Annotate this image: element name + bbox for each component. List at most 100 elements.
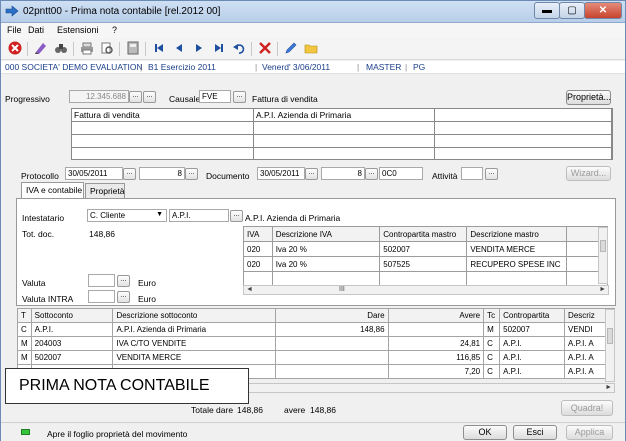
valuta-field[interactable] <box>88 274 115 287</box>
intestatario-lookup-button[interactable]: ... <box>230 210 243 222</box>
menu-file[interactable]: File <box>7 25 22 35</box>
attivita-lookup-button[interactable]: ... <box>485 168 498 180</box>
mov-type: M <box>17 350 32 365</box>
mov-col-header[interactable]: Contropartita <box>499 308 566 323</box>
valuta-label: Valuta <box>22 278 46 288</box>
grid-cell[interactable] <box>254 135 435 148</box>
properties-button[interactable]: Proprietà... <box>566 90 611 105</box>
iva-table: IVA Descrizione IVA Contropartita mastro… <box>243 226 609 287</box>
totale-dare-label: Totale dare <box>191 405 234 415</box>
minimize-button[interactable]: ▬ <box>534 2 560 19</box>
movements-vscrollbar[interactable] <box>605 309 615 382</box>
folder-icon[interactable] <box>303 41 319 57</box>
mov-col-header[interactable]: Avere <box>387 308 485 323</box>
protocollo-date-field[interactable]: 30/05/2011 <box>65 167 123 180</box>
grid-cell[interactable] <box>72 122 254 135</box>
table-row[interactable]: 020 Iva 20 % 507525 RECUPERO SPESE INC <box>243 256 609 272</box>
mov-col-header[interactable]: Descrizione sottoconto <box>112 308 277 323</box>
causale-field[interactable]: FVE <box>199 90 231 103</box>
valuta-intra-field[interactable] <box>88 290 115 303</box>
print-icon[interactable] <box>79 41 95 57</box>
valuta-intra-lookup-button[interactable]: ... <box>117 291 130 303</box>
cancel-icon[interactable] <box>257 41 273 57</box>
edit-icon[interactable] <box>33 41 49 57</box>
mov-dare <box>275 364 389 379</box>
tab-iva-contabile[interactable]: IVA e contabile <box>21 182 84 199</box>
mov-col-header[interactable]: Sottoconto <box>30 308 114 323</box>
print-preview-icon[interactable] <box>99 41 115 57</box>
documento-number-field[interactable]: 8 <box>321 167 365 180</box>
scroll-thumb[interactable] <box>607 328 613 344</box>
menu-help[interactable]: ? <box>112 25 117 35</box>
iva-col-header[interactable]: Descrizione IVA <box>271 226 381 242</box>
undo-icon[interactable] <box>231 41 247 57</box>
table-row[interactable]: C A.P.I. A.P.I. Azienda di Primaria 148,… <box>17 322 615 337</box>
close-button[interactable]: ✕ <box>584 2 622 19</box>
menu-estensioni[interactable]: Estensioni <box>57 25 99 35</box>
documento-date-button[interactable]: ... <box>305 168 318 180</box>
scroll-grip-icon[interactable]: III <box>339 286 345 293</box>
progressivo-extra-button[interactable]: ... <box>143 91 156 103</box>
table-row[interactable]: 020 Iva 20 % 502007 VENDITA MERCE <box>243 241 609 257</box>
grid-cell[interactable] <box>72 135 254 148</box>
table-row[interactable]: M 204003 IVA C/TO VENDITE 24,81 C A.P.I.… <box>17 336 615 351</box>
delete-icon[interactable] <box>7 41 23 57</box>
grid-cell[interactable] <box>254 122 435 135</box>
previous-record-icon[interactable] <box>171 41 187 57</box>
grid-cell[interactable]: Fattura di vendita <box>72 109 254 122</box>
iva-table-hscrollbar[interactable]: ◄ III ► <box>243 285 609 295</box>
grid-cell[interactable] <box>72 148 254 159</box>
iva-description: Iva 20 % <box>271 241 381 257</box>
valuta-lookup-button[interactable]: ... <box>117 275 130 287</box>
intestatario-code-field[interactable]: A.P.I. <box>169 209 229 222</box>
ok-button[interactable]: OK <box>463 425 507 440</box>
mov-contropartita: A.P.I. <box>499 336 566 351</box>
quadra-button[interactable]: Quadra! <box>561 400 613 416</box>
causale-lookup-button[interactable]: ... <box>233 91 246 103</box>
pencil-icon[interactable] <box>283 41 299 57</box>
scroll-left-icon[interactable]: ◄ <box>246 286 253 293</box>
iva-col-header[interactable]: Contropartita mastro <box>379 226 468 242</box>
grid-cell[interactable] <box>254 148 435 159</box>
protocollo-number-button[interactable]: ... <box>185 168 198 180</box>
last-record-icon[interactable] <box>211 41 227 57</box>
esci-button[interactable]: Esci <box>513 425 557 440</box>
info-separator: | <box>405 62 408 72</box>
documento-date-field[interactable]: 30/05/2011 <box>257 167 305 180</box>
documento-series-field[interactable]: 0C0 <box>379 167 423 180</box>
protocollo-number-field[interactable]: 8 <box>139 167 185 180</box>
mov-avere <box>387 322 485 337</box>
table-row[interactable]: M 502007 VENDITA MERCE 116,85 C A.P.I. A… <box>17 350 615 365</box>
scroll-thumb[interactable] <box>600 240 606 252</box>
scroll-right-icon[interactable]: ► <box>605 384 612 391</box>
first-record-icon[interactable] <box>151 41 167 57</box>
applica-button[interactable]: Applica <box>566 425 613 440</box>
progressivo-field[interactable]: 12.345.688 <box>69 90 129 103</box>
maximize-button[interactable]: ▢ <box>559 2 585 19</box>
calculator-icon[interactable] <box>125 41 141 57</box>
iva-col-header[interactable]: Descrizione mastro <box>466 226 567 242</box>
grid-cell[interactable] <box>435 109 612 122</box>
attivita-field[interactable] <box>461 167 483 180</box>
documento-number-button[interactable]: ... <box>365 168 378 180</box>
intestatario-type-select[interactable]: C. Cliente ▼ <box>87 209 167 222</box>
iva-col-header[interactable]: IVA <box>243 226 273 242</box>
iva-table-vscrollbar[interactable] <box>598 227 608 284</box>
wizard-button[interactable]: Wizard... <box>566 166 611 181</box>
menu-dati[interactable]: Dati <box>28 25 44 35</box>
attivita-label: Attività <box>432 171 458 181</box>
scroll-right-icon[interactable]: ► <box>599 286 606 293</box>
grid-cell[interactable] <box>435 135 612 148</box>
next-record-icon[interactable] <box>191 41 207 57</box>
mov-col-header[interactable]: T <box>17 308 32 323</box>
binoculars-icon[interactable] <box>53 41 69 57</box>
mov-account: 502007 <box>30 350 114 365</box>
protocollo-date-button[interactable]: ... <box>123 168 136 180</box>
tab-proprieta[interactable]: Proprietà <box>85 183 125 198</box>
mov-col-header[interactable]: Dare <box>275 308 389 323</box>
grid-cell[interactable] <box>435 148 612 159</box>
progressivo-lookup-button[interactable]: ... <box>129 91 142 103</box>
grid-cell[interactable]: A.P.I. Azienda di Primaria <box>254 109 435 122</box>
grid-cell[interactable] <box>435 122 612 135</box>
mov-col-header[interactable]: Tc <box>483 308 501 323</box>
